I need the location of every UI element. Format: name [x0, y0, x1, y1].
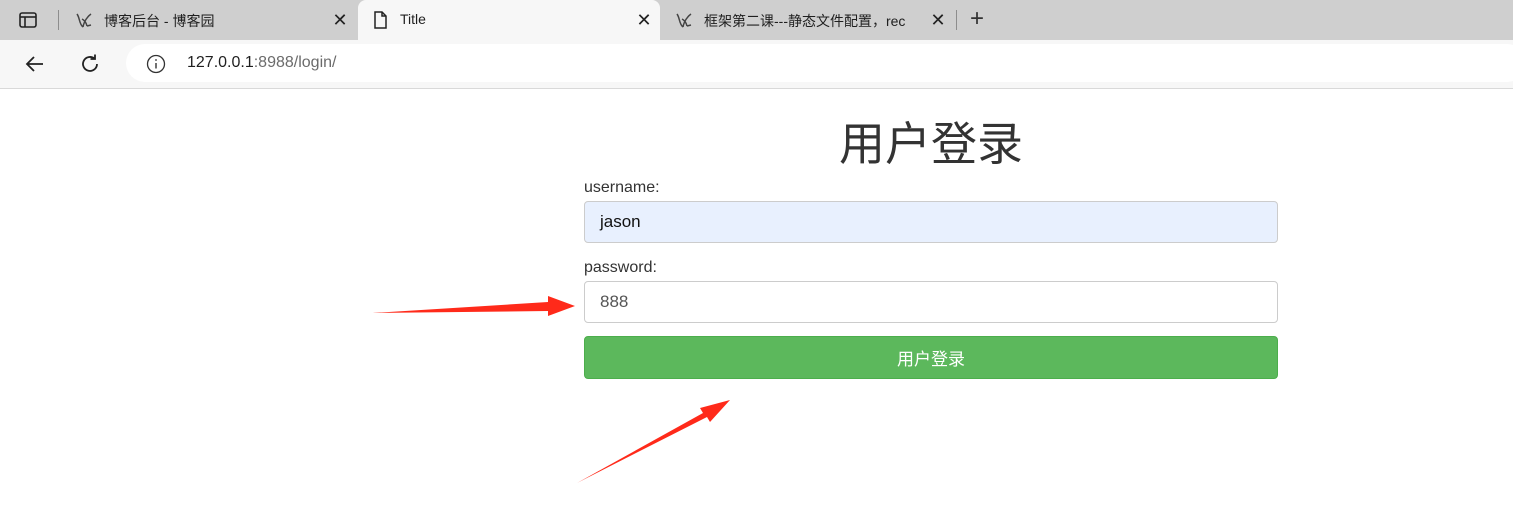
tab-title: 框架第二课---静态文件配置，rec — [704, 13, 906, 29]
url-host: 127.0.0.1 — [187, 54, 254, 71]
back-arrow-icon[interactable] — [23, 52, 47, 76]
tab-framework-lesson[interactable]: 框架第二课---静态文件配置，rec ✕ — [662, 0, 954, 40]
arrow-to-login-button-icon — [577, 400, 730, 483]
password-value: 888 — [600, 292, 629, 311]
username-input[interactable]: jason — [584, 201, 1278, 243]
tab-title: Title — [400, 11, 426, 27]
annotation-arrow — [577, 400, 730, 483]
tab-actions-icon[interactable] — [18, 10, 38, 30]
cnblogs-logo-icon — [76, 13, 92, 28]
annotation-arrow — [372, 296, 575, 316]
tab-separator — [956, 10, 957, 30]
tab-blog-admin[interactable]: 博客后台 - 博客园 ✕ — [62, 0, 356, 40]
info-icon[interactable] — [146, 54, 166, 74]
close-tab-icon[interactable]: ✕ — [634, 10, 654, 30]
password-input[interactable]: 888 — [584, 281, 1278, 323]
browser-toolbar: 127.0.0.1:8988/login/ — [0, 40, 1513, 89]
login-button[interactable]: 用户登录 — [584, 336, 1278, 379]
password-label: password: — [584, 259, 657, 276]
document-icon — [374, 11, 387, 29]
url-text: 127.0.0.1:8988/login/ — [187, 54, 336, 72]
refresh-icon[interactable] — [78, 52, 102, 76]
tab-separator — [58, 10, 59, 30]
url-path: :8988/login/ — [253, 54, 337, 71]
tab-title: 博客后台 - 博客园 — [104, 13, 215, 29]
username-label: username: — [584, 179, 660, 196]
username-value: jason — [600, 212, 641, 231]
close-tab-icon[interactable]: ✕ — [330, 10, 350, 30]
page-title: 用户登录 — [839, 118, 1023, 170]
address-bar[interactable]: 127.0.0.1:8988/login/ — [126, 44, 1513, 82]
new-tab-button[interactable]: + — [965, 7, 989, 32]
cnblogs-logo-icon — [676, 13, 692, 28]
close-tab-icon[interactable]: ✕ — [928, 10, 948, 30]
tab-strip: 博客后台 - 博客园 ✕ Title ✕ 框架第二课---静态文件配置，rec … — [0, 0, 1513, 40]
tab-title-active[interactable]: Title ✕ — [358, 0, 660, 40]
arrow-to-password-icon — [372, 296, 575, 316]
